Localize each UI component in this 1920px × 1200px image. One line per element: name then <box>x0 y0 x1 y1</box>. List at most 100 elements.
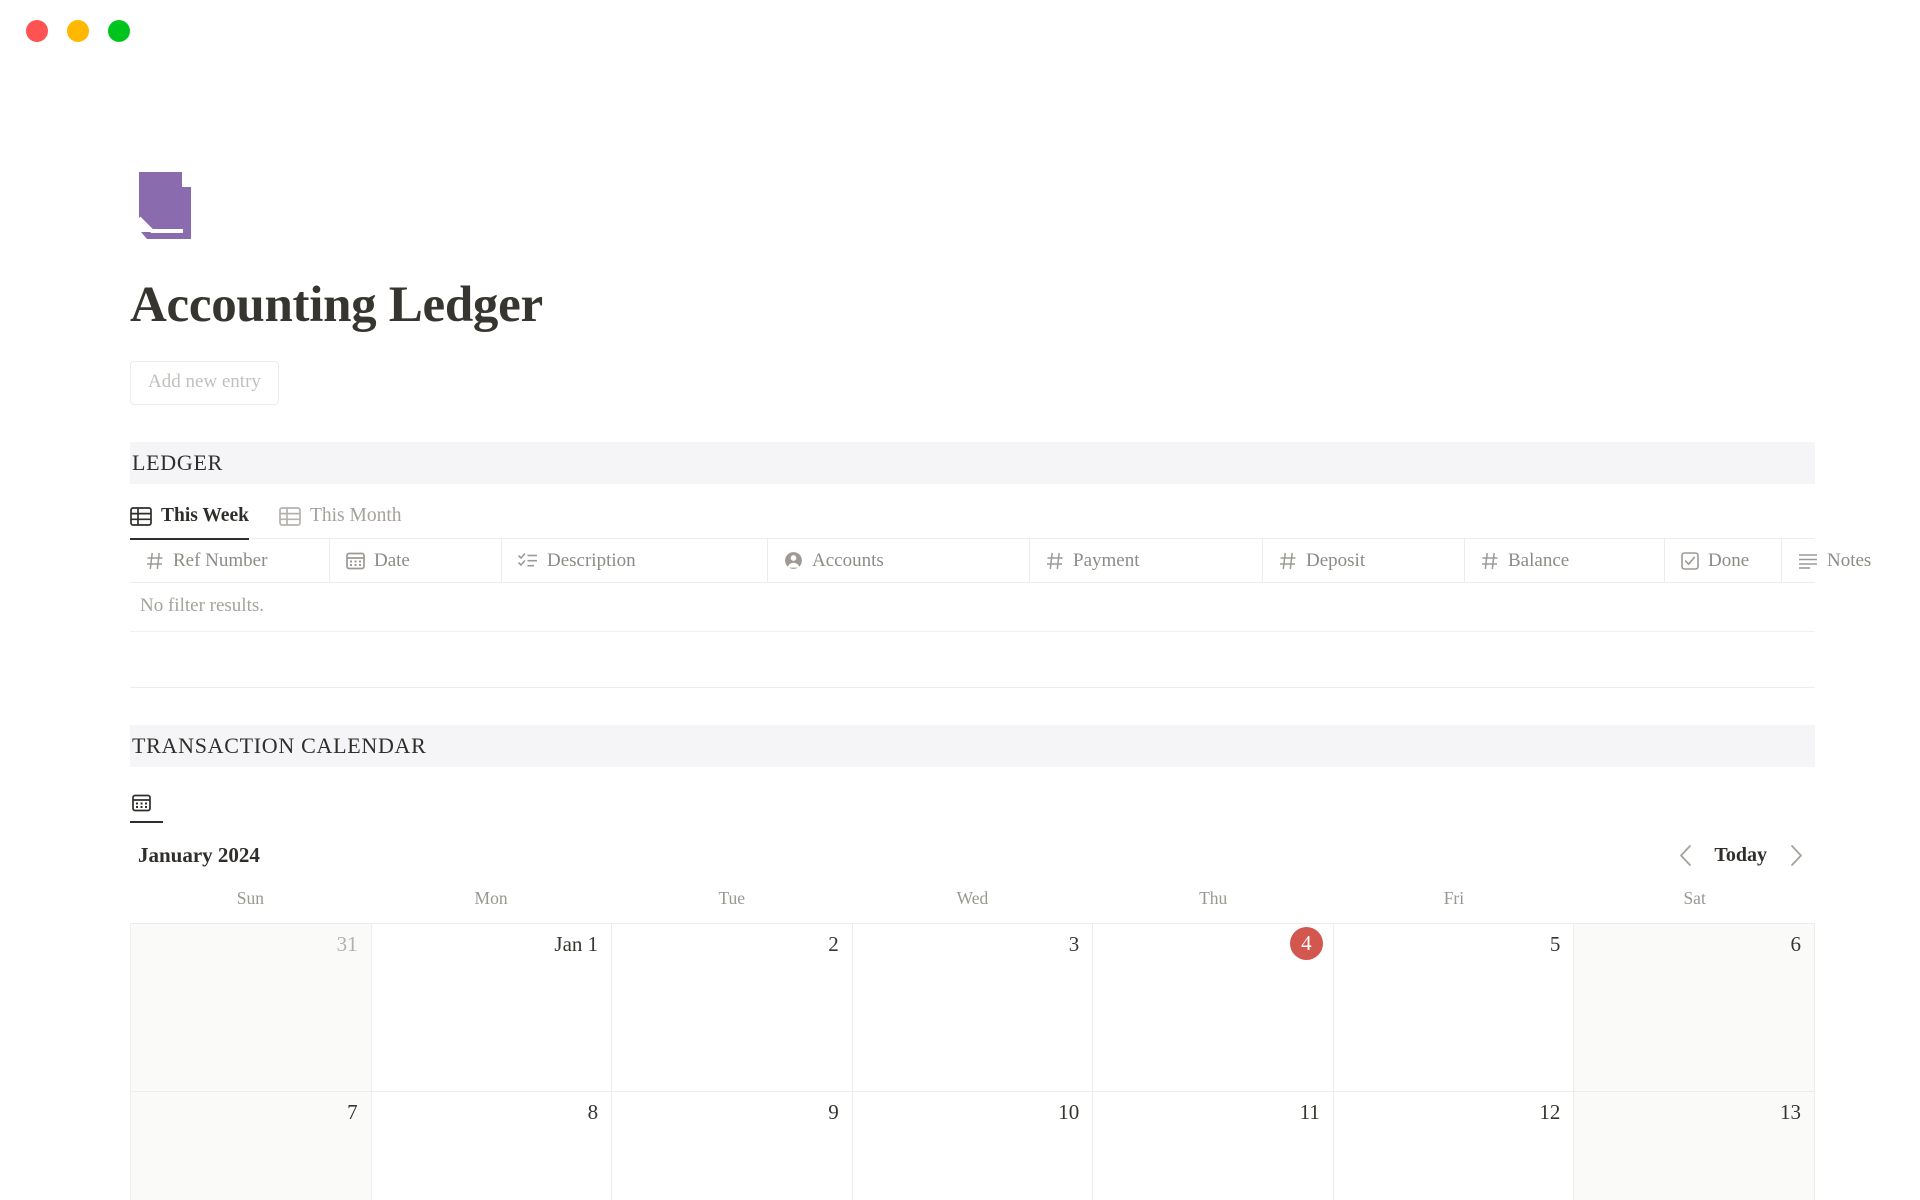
content-column: Accounting Ledger Add new entry LEDGER T… <box>130 169 1871 1200</box>
calendar-week-row: 31 Jan 1 2 3 4 5 6 <box>131 924 1815 1093</box>
calendar-section-title: TRANSACTION CALENDAR <box>132 733 427 759</box>
calendar-day-number: 10 <box>1058 1100 1080 1125</box>
calendar-day-cell[interactable]: Jan 1 <box>371 924 613 1093</box>
person-icon <box>784 551 803 570</box>
calendar-toolbar: January 2024 Today <box>130 821 1815 888</box>
calendar-day-cell[interactable]: 31 <box>131 924 372 1093</box>
checkbox-icon <box>1681 551 1699 570</box>
hash-icon <box>1481 552 1499 570</box>
weekday-header-thu: Thu <box>1199 888 1228 909</box>
checklist-icon <box>518 552 538 570</box>
chevron-left-icon[interactable] <box>1674 845 1696 867</box>
ledger-tab-this-week[interactable]: This Week <box>130 505 249 541</box>
column-header-done[interactable]: Done <box>1665 539 1782 583</box>
calendar-day-cell[interactable]: 7 <box>131 1092 372 1200</box>
traffic-lights <box>26 20 130 42</box>
calendar-day-cell[interactable]: 10 <box>852 1092 1094 1200</box>
calendar-icon <box>132 793 151 812</box>
weekday-header-sat: Sat <box>1683 888 1706 909</box>
calendar-day-number: 5 <box>1549 932 1561 957</box>
column-header-date[interactable]: Date <box>330 539 502 583</box>
hash-icon <box>1046 552 1064 570</box>
calendar-month-label: January 2024 <box>138 843 260 868</box>
calendar-day-number: 11 <box>1299 1100 1320 1125</box>
maximize-button[interactable] <box>108 20 130 42</box>
ledger-section-title: LEDGER <box>132 450 223 476</box>
weekday-header-sun: Sun <box>236 888 264 909</box>
hash-icon <box>146 552 164 570</box>
minimize-button[interactable] <box>67 20 89 42</box>
calendar-day-cell[interactable]: 3 <box>852 924 1094 1093</box>
today-button[interactable]: Today <box>1714 844 1767 867</box>
column-label: Ref Number <box>173 549 268 571</box>
calendar-week-row: 7 8 9 10 11 12 13 <box>131 1092 1815 1200</box>
calendar-day-number: Jan 1 <box>554 932 599 957</box>
calendar-day-cell[interactable]: 2 <box>612 924 853 1093</box>
column-header-notes[interactable]: Notes <box>1782 539 1902 582</box>
weekday-header-mon: Mon <box>474 888 508 909</box>
ledger-tabs: This Week This Month <box>130 484 1815 541</box>
column-header-accounts[interactable]: Accounts <box>768 539 1030 583</box>
column-header-description[interactable]: Description <box>502 539 768 583</box>
ledger-empty-message: No filter results. <box>130 583 1815 633</box>
calendar-icon <box>346 551 365 570</box>
column-label: Accounts <box>812 549 884 571</box>
close-button[interactable] <box>26 20 48 42</box>
ledger-tab-this-month[interactable]: This Month <box>279 505 402 540</box>
calendar-day-number: 8 <box>587 1100 599 1125</box>
chevron-right-icon[interactable] <box>1785 845 1807 867</box>
column-header-ref-number[interactable]: Ref Number <box>130 539 330 583</box>
column-label: Date <box>374 549 410 571</box>
calendar-view-tab[interactable] <box>130 793 163 824</box>
calendar-day-number: 31 <box>336 932 358 957</box>
calendar-day-cell[interactable]: 5 <box>1333 924 1575 1093</box>
calendar-day-number: 12 <box>1539 1100 1561 1125</box>
calendar-day-number: 9 <box>828 1100 839 1125</box>
column-label: Description <box>547 549 636 571</box>
table-icon <box>279 506 301 526</box>
calendar-day-cell[interactable]: 6 <box>1574 924 1815 1093</box>
column-label: Done <box>1708 549 1750 571</box>
column-label: Payment <box>1073 549 1140 571</box>
column-header-deposit[interactable]: Deposit <box>1263 539 1465 583</box>
window-titlebar <box>0 0 1920 62</box>
calendar-day-cell[interactable]: 8 <box>371 1092 613 1200</box>
ledger-section-header: LEDGER <box>130 442 1815 485</box>
ledger-table: Ref Number Date Description Accounts Payment… <box>130 538 1871 633</box>
calendar-grid: 31 Jan 1 2 3 4 5 6 7 8 9 10 11 12 13 <box>130 923 1815 1200</box>
add-new-entry-button[interactable]: Add new entry <box>130 361 279 406</box>
ledger-page-icon <box>130 169 202 247</box>
page-title: Accounting Ledger <box>130 277 543 333</box>
calendar-weekday-header: Sun Mon Tue Wed Thu Fri Sat <box>130 888 1815 923</box>
table-icon <box>130 506 152 526</box>
column-label: Balance <box>1508 549 1570 571</box>
column-header-balance[interactable]: Balance <box>1465 539 1665 583</box>
calendar-day-number: 7 <box>347 1100 358 1125</box>
column-header-payment[interactable]: Payment <box>1030 539 1263 583</box>
lines-icon <box>1798 553 1818 569</box>
weekday-header-wed: Wed <box>956 888 989 909</box>
hash-icon <box>1279 552 1297 570</box>
calendar-day-cell[interactable]: 11 <box>1093 1092 1334 1200</box>
calendar-section-header: TRANSACTION CALENDAR <box>130 725 1815 768</box>
calendar-tabs <box>130 767 1815 824</box>
page-body: Accounting Ledger Add new entry LEDGER T… <box>0 169 1920 1200</box>
calendar-day-cell[interactable]: 4 <box>1093 924 1334 1093</box>
column-label: Notes <box>1827 549 1872 571</box>
calendar-day-number: 13 <box>1779 1100 1801 1125</box>
calendar-day-number: 3 <box>1068 932 1080 957</box>
weekday-header-tue: Tue <box>718 888 746 909</box>
column-label: Deposit <box>1306 549 1366 571</box>
calendar-day-number: 6 <box>1790 932 1801 957</box>
calendar-day-cell[interactable]: 13 <box>1574 1092 1815 1200</box>
calendar-day-cell[interactable]: 12 <box>1333 1092 1575 1200</box>
calendar-day-number: 2 <box>828 932 839 957</box>
section-divider <box>130 687 1815 689</box>
ledger-table-header: Ref Number Date Description Accounts Payment… <box>130 539 1871 584</box>
weekday-header-fri: Fri <box>1443 888 1465 909</box>
calendar-today-badge: 4 <box>1289 927 1323 961</box>
calendar-day-cell[interactable]: 9 <box>612 1092 853 1200</box>
tab-label: This Week <box>161 505 249 527</box>
tab-label: This Month <box>309 505 402 527</box>
calendar-navigation: Today <box>1674 844 1813 867</box>
